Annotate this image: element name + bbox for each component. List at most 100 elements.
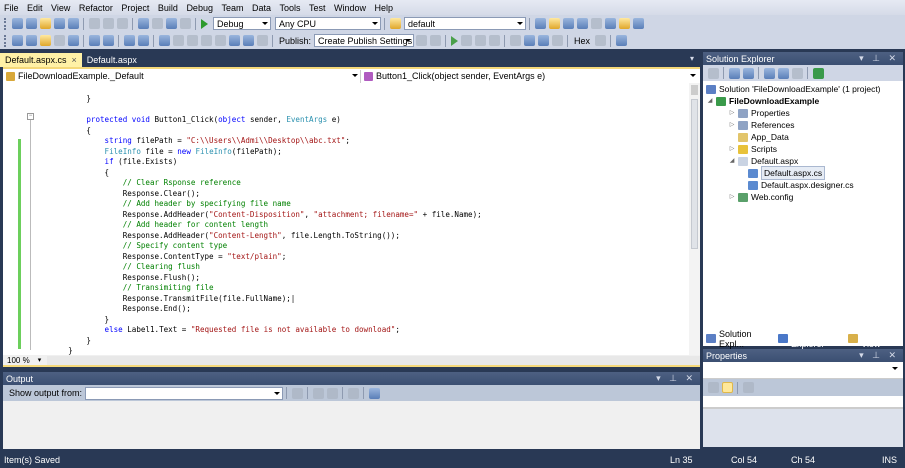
tree-item[interactable]: ▷ Properties <box>706 107 903 119</box>
show-all-files-icon[interactable] <box>728 67 740 79</box>
configuration-select[interactable]: Debug <box>213 17 271 30</box>
prev-message-icon[interactable] <box>312 387 324 399</box>
publish-web-icon[interactable] <box>429 35 441 46</box>
extension-manager-icon[interactable] <box>590 18 602 29</box>
toolbar-grip[interactable] <box>4 17 7 30</box>
code-editor[interactable]: − } protected void Button1_Click(object … <box>3 83 700 355</box>
toolbar-icon[interactable] <box>53 35 65 46</box>
find-message-icon[interactable] <box>291 387 303 399</box>
start-page-icon[interactable] <box>604 18 616 29</box>
toolbar-icon[interactable] <box>67 35 79 46</box>
menu-help[interactable]: Help <box>375 3 394 13</box>
next-message-icon[interactable] <box>326 387 338 399</box>
tab-default-aspx-cs[interactable]: Default.aspx.cs × <box>0 53 82 67</box>
open-file-icon[interactable] <box>39 18 51 29</box>
undo-icon[interactable] <box>137 18 149 29</box>
collapse-outline-icon[interactable]: − <box>27 113 34 120</box>
tree-item[interactable]: ▷ References <box>706 119 903 131</box>
save-icon[interactable] <box>53 18 65 29</box>
command-window-icon[interactable] <box>632 18 644 29</box>
menu-debug[interactable]: Debug <box>186 3 213 13</box>
publish-icon[interactable] <box>415 35 427 46</box>
view-code-icon[interactable] <box>763 67 775 79</box>
expand-toggle-icon[interactable]: ▷ <box>728 107 736 119</box>
solution-explorer-icon[interactable] <box>534 18 546 29</box>
view-designer-icon[interactable] <box>777 67 789 79</box>
step-into-icon[interactable] <box>523 35 535 46</box>
show-next-statement-icon[interactable] <box>509 35 521 46</box>
tab-default-aspx[interactable]: Default.aspx <box>82 53 142 67</box>
step-out-icon[interactable] <box>551 35 563 46</box>
output-text[interactable] <box>3 401 700 449</box>
new-project-icon[interactable] <box>11 18 23 29</box>
asp-net-configuration-icon[interactable] <box>812 67 824 79</box>
menu-data[interactable]: Data <box>252 3 271 13</box>
platform-select[interactable]: Any CPU <box>275 17 381 30</box>
comment-icon[interactable] <box>123 35 135 46</box>
toolbar-icon[interactable] <box>11 35 23 46</box>
properties-icon[interactable] <box>707 67 719 79</box>
bookmark-icon[interactable] <box>214 35 226 46</box>
clear-all-icon[interactable] <box>347 387 359 399</box>
copy-icon[interactable] <box>102 18 114 29</box>
bookmark-icon[interactable] <box>200 35 212 46</box>
navigate-backward-icon[interactable] <box>165 18 177 29</box>
expand-toggle-icon[interactable]: ▷ <box>728 191 736 203</box>
bookmark-next-icon[interactable] <box>186 35 198 46</box>
navigate-forward-icon[interactable] <box>179 18 191 29</box>
menu-refactor[interactable]: Refactor <box>79 3 113 13</box>
bookmark-icon[interactable] <box>256 35 268 46</box>
tree-item[interactable]: ◢ FileDownloadExample <box>706 95 903 107</box>
tab-class-view[interactable]: Class View <box>845 329 903 349</box>
toolbar-grip[interactable] <box>4 34 7 47</box>
step-over-icon[interactable] <box>537 35 549 46</box>
property-pages-icon[interactable] <box>742 382 754 393</box>
panel-controls[interactable]: ▾ ⊥ ✕ <box>656 373 696 384</box>
tree-item[interactable]: App_Data <box>706 131 903 143</box>
breakpoint-icon[interactable] <box>594 35 606 46</box>
menu-view[interactable]: View <box>51 3 70 13</box>
uncomment-icon[interactable] <box>137 35 149 46</box>
property-grid[interactable] <box>703 396 903 409</box>
scroll-thumb[interactable] <box>691 99 698 249</box>
panel-controls[interactable]: ▾ ⊥ ✕ <box>859 53 899 64</box>
increase-indent-icon[interactable] <box>102 35 114 46</box>
add-item-icon[interactable] <box>25 18 37 29</box>
stop-icon[interactable] <box>474 35 486 46</box>
zoom-level[interactable]: 100 % <box>7 356 30 365</box>
panel-controls[interactable]: ▾ ⊥ ✕ <box>859 350 899 361</box>
start-debugging-icon[interactable] <box>200 18 208 29</box>
menu-window[interactable]: Window <box>334 3 366 13</box>
menu-test[interactable]: Test <box>309 3 326 13</box>
vertical-scrollbar[interactable] <box>689 83 700 355</box>
output-source-select[interactable] <box>85 386 284 400</box>
tree-item[interactable]: Solution 'FileDownloadExample' (1 projec… <box>706 83 903 95</box>
object-browser-icon[interactable] <box>562 18 574 29</box>
menu-build[interactable]: Build <box>158 3 178 13</box>
type-dropdown[interactable]: FileDownloadExample._Default <box>3 69 361 83</box>
toolbox-icon[interactable] <box>576 18 588 29</box>
toolbar-icon[interactable] <box>39 35 51 46</box>
close-tab-icon[interactable]: × <box>72 55 77 65</box>
expand-toggle-icon[interactable]: ▷ <box>728 119 736 131</box>
restart-icon[interactable] <box>488 35 500 46</box>
tab-team-explorer[interactable]: Team Explorer <box>775 329 845 349</box>
find-in-files-icon[interactable] <box>389 18 401 29</box>
decrease-indent-icon[interactable] <box>88 35 100 46</box>
bookmark-prev-icon[interactable] <box>172 35 184 46</box>
tree-item[interactable]: Default.aspx.designer.cs <box>706 179 903 191</box>
tab-solution-explorer[interactable]: Solution Expl... <box>703 329 775 349</box>
word-wrap-icon[interactable] <box>368 387 380 399</box>
pause-icon[interactable] <box>460 35 472 46</box>
member-dropdown[interactable]: Button1_Click(object sender, EventArgs e… <box>361 69 698 83</box>
horizontal-scrollbar[interactable] <box>47 355 700 365</box>
tree-item[interactable]: Default.aspx.cs <box>706 166 903 180</box>
tab-list-dropdown-icon[interactable]: ▾ <box>690 54 694 63</box>
alphabetical-icon[interactable] <box>721 382 733 393</box>
menu-file[interactable]: File <box>4 3 19 13</box>
server-explorer-icon[interactable] <box>618 18 630 29</box>
zoom-dropdown-icon[interactable]: ▾ <box>38 356 42 364</box>
save-all-icon[interactable] <box>67 18 79 29</box>
expand-toggle-icon[interactable]: ◢ <box>728 155 736 167</box>
refresh-icon[interactable] <box>742 67 754 79</box>
